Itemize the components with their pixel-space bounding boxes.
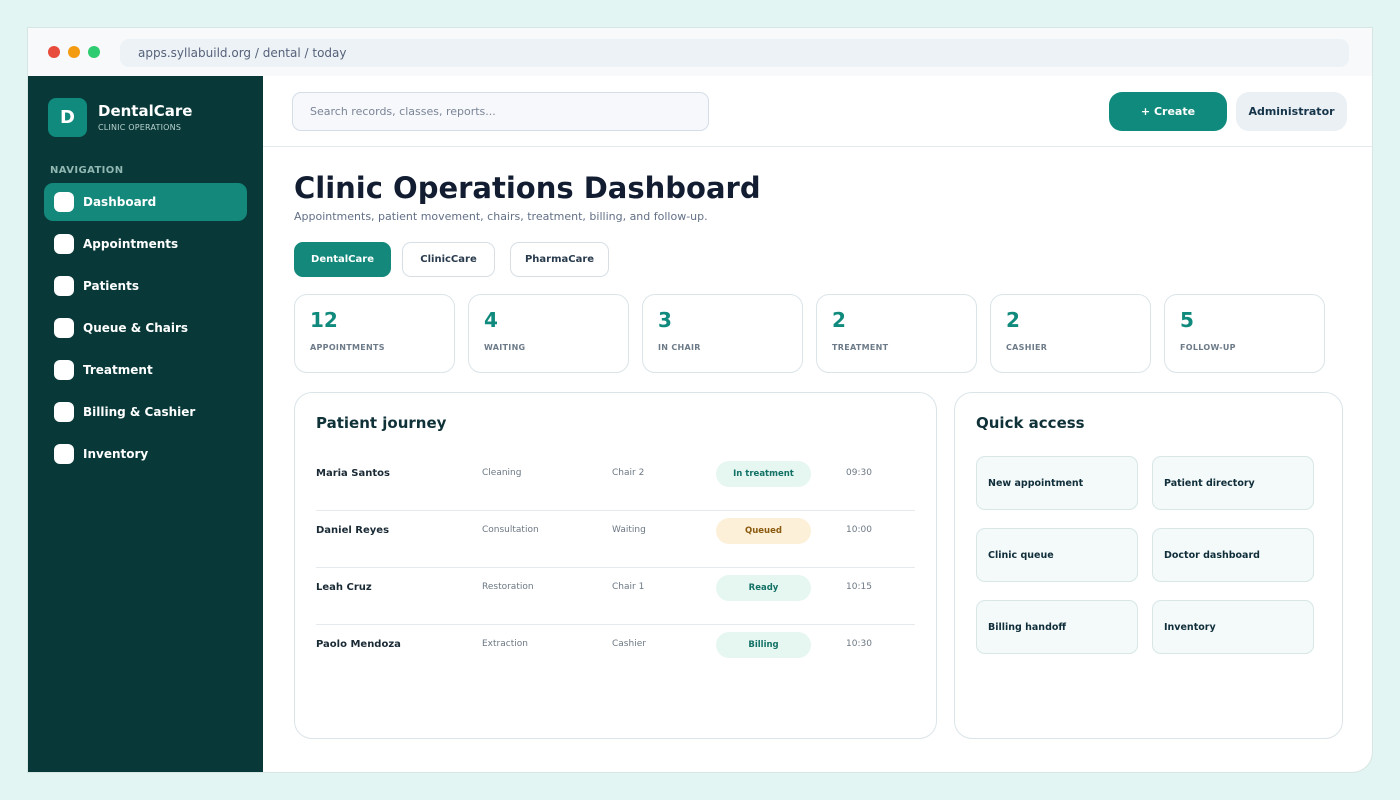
browser-window: apps.syllabuild.org / dental / today D D… bbox=[28, 28, 1372, 772]
sidebar-item-inventory[interactable]: Inventory bbox=[44, 435, 247, 473]
patient-name: Maria Santos bbox=[316, 468, 390, 479]
quick-doctor-dashboard-button[interactable]: Doctor dashboard bbox=[1152, 528, 1314, 582]
brand-name: DentalCare bbox=[98, 102, 193, 120]
stat-card-cashier: 2 CASHIER bbox=[990, 294, 1151, 373]
location: Chair 2 bbox=[612, 468, 645, 478]
inventory-icon bbox=[54, 444, 74, 464]
quick-patient-directory-button[interactable]: Patient directory bbox=[1152, 456, 1314, 510]
quick-access-card: Quick access New appointment Patient dir… bbox=[954, 392, 1343, 739]
stat-value: 4 bbox=[484, 308, 498, 332]
stat-label: APPOINTMENTS bbox=[310, 343, 385, 352]
appointment-time: 10:00 bbox=[846, 525, 872, 535]
quick-clinic-queue-button[interactable]: Clinic queue bbox=[976, 528, 1138, 582]
sidebar-item-label: Billing & Cashier bbox=[83, 405, 196, 419]
procedure: Restoration bbox=[482, 582, 534, 592]
procedure: Consultation bbox=[482, 525, 539, 535]
stat-label: CASHIER bbox=[1006, 343, 1048, 352]
minimize-window-icon[interactable] bbox=[68, 46, 80, 58]
stat-value: 2 bbox=[832, 308, 846, 332]
stat-card-waiting: 4 WAITING bbox=[468, 294, 629, 373]
sidebar-item-label: Dashboard bbox=[83, 195, 157, 209]
appointment-time: 10:15 bbox=[846, 582, 872, 592]
sidebar-item-queue-chairs[interactable]: Queue & Chairs bbox=[44, 309, 247, 347]
page-title: Clinic Operations Dashboard bbox=[294, 171, 761, 205]
search-input[interactable] bbox=[292, 92, 709, 131]
stat-label: WAITING bbox=[484, 343, 526, 352]
top-bar: + Create Administrator bbox=[263, 76, 1372, 147]
maximize-window-icon[interactable] bbox=[88, 46, 100, 58]
sidebar-item-billing-cashier[interactable]: Billing & Cashier bbox=[44, 393, 247, 431]
table-row[interactable]: Maria Santos Cleaning Chair 2 In treatme… bbox=[316, 454, 915, 511]
sidebar-item-treatment[interactable]: Treatment bbox=[44, 351, 247, 389]
brand-logo: D bbox=[48, 98, 87, 137]
quick-new-appointment-button[interactable]: New appointment bbox=[976, 456, 1138, 510]
status-badge: Billing bbox=[716, 632, 811, 658]
tab-pharmacare[interactable]: PharmaCare bbox=[510, 242, 609, 277]
stat-label: IN CHAIR bbox=[658, 343, 701, 352]
tab-dentalcare[interactable]: DentalCare bbox=[294, 242, 391, 277]
stat-value: 3 bbox=[658, 308, 672, 332]
page-subtitle: Appointments, patient movement, chairs, … bbox=[294, 210, 708, 223]
card-title: Quick access bbox=[976, 414, 1085, 432]
patient-name: Paolo Mendoza bbox=[316, 639, 401, 650]
location: Chair 1 bbox=[612, 582, 645, 592]
dashboard-icon bbox=[54, 192, 74, 212]
stat-value: 5 bbox=[1180, 308, 1194, 332]
patients-icon bbox=[54, 276, 74, 296]
browser-chrome: apps.syllabuild.org / dental / today bbox=[28, 28, 1372, 76]
patient-journey-card: Patient journey Maria Santos Cleaning Ch… bbox=[294, 392, 937, 739]
stat-card-follow-up: 5 FOLLOW-UP bbox=[1164, 294, 1325, 373]
procedure: Cleaning bbox=[482, 468, 522, 478]
nav-heading: NAVIGATION bbox=[50, 165, 124, 176]
appointment-time: 09:30 bbox=[846, 468, 872, 478]
queue-icon bbox=[54, 318, 74, 338]
sidebar-item-dashboard[interactable]: Dashboard bbox=[44, 183, 247, 221]
main-content: Clinic Operations Dashboard Appointments… bbox=[263, 147, 1372, 772]
stat-value: 2 bbox=[1006, 308, 1020, 332]
sidebar-item-appointments[interactable]: Appointments bbox=[44, 225, 247, 263]
location: Waiting bbox=[612, 525, 646, 535]
stat-card-appointments: 12 APPOINTMENTS bbox=[294, 294, 455, 373]
sidebar-nav: Dashboard Appointments Patients Queue & … bbox=[44, 183, 247, 477]
stat-card-in-chair: 3 IN CHAIR bbox=[642, 294, 803, 373]
appointments-icon bbox=[54, 234, 74, 254]
stat-value: 12 bbox=[310, 308, 338, 332]
sidebar-item-label: Inventory bbox=[83, 447, 149, 461]
address-bar[interactable]: apps.syllabuild.org / dental / today bbox=[120, 39, 1349, 67]
create-button[interactable]: + Create bbox=[1109, 92, 1227, 131]
user-menu-button[interactable]: Administrator bbox=[1236, 92, 1347, 131]
table-row[interactable]: Paolo Mendoza Extraction Cashier Billing… bbox=[316, 625, 915, 682]
table-row[interactable]: Daniel Reyes Consultation Waiting Queued… bbox=[316, 511, 915, 568]
patient-name: Leah Cruz bbox=[316, 582, 372, 593]
treatment-icon bbox=[54, 360, 74, 380]
sidebar-item-label: Patients bbox=[83, 279, 139, 293]
sidebar: D DentalCare CLINIC OPERATIONS NAVIGATIO… bbox=[28, 76, 263, 772]
sidebar-item-label: Appointments bbox=[83, 237, 179, 251]
sidebar-item-patients[interactable]: Patients bbox=[44, 267, 247, 305]
procedure: Extraction bbox=[482, 639, 528, 649]
stat-label: TREATMENT bbox=[832, 343, 889, 352]
sidebar-item-label: Queue & Chairs bbox=[83, 321, 189, 335]
card-title: Patient journey bbox=[316, 414, 447, 432]
table-row[interactable]: Leah Cruz Restoration Chair 1 Ready 10:1… bbox=[316, 568, 915, 625]
stat-card-treatment: 2 TREATMENT bbox=[816, 294, 977, 373]
billing-icon bbox=[54, 402, 74, 422]
tab-cliniccare[interactable]: ClinicCare bbox=[402, 242, 495, 277]
status-badge: Ready bbox=[716, 575, 811, 601]
close-window-icon[interactable] bbox=[48, 46, 60, 58]
status-badge: Queued bbox=[716, 518, 811, 544]
brand-subtitle: CLINIC OPERATIONS bbox=[98, 123, 182, 132]
quick-inventory-button[interactable]: Inventory bbox=[1152, 600, 1314, 654]
quick-billing-handoff-button[interactable]: Billing handoff bbox=[976, 600, 1138, 654]
stat-label: FOLLOW-UP bbox=[1180, 343, 1236, 352]
patient-name: Daniel Reyes bbox=[316, 525, 390, 536]
sidebar-item-label: Treatment bbox=[83, 363, 153, 377]
appointment-time: 10:30 bbox=[846, 639, 872, 649]
location: Cashier bbox=[612, 639, 646, 649]
status-badge: In treatment bbox=[716, 461, 811, 487]
